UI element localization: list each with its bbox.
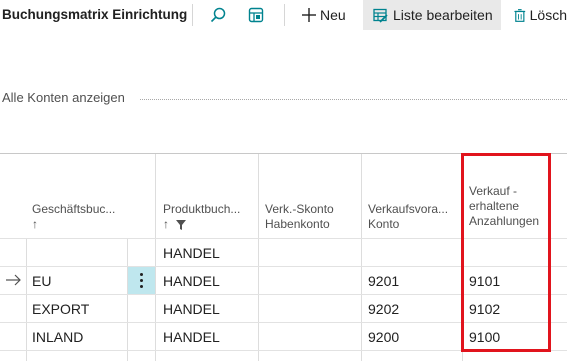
trash-icon [514, 8, 526, 22]
field-dotted-line [140, 99, 567, 100]
column-header-sales-prepayment-account[interactable]: Verkaufsvora... Konto [368, 202, 448, 232]
highlight-box [461, 153, 551, 352]
divider [284, 4, 285, 26]
new-button-label: Neu [320, 7, 346, 23]
show-all-accounts-label: Alle Konten anzeigen [2, 90, 125, 105]
cell-product-group[interactable]: HANDEL [163, 245, 220, 261]
sort-ascending-icon: ↑ [32, 217, 38, 231]
delete-button-label: Lösch [529, 7, 567, 23]
search-icon [210, 7, 226, 23]
show-all-accounts-field[interactable]: Alle Konten anzeigen [0, 90, 567, 108]
edit-list-button[interactable]: Liste bearbeiten [363, 0, 501, 30]
action-bar: Buchungsmatrix Einrichtung Neu Liste bea… [0, 0, 567, 30]
more-options-icon [140, 273, 143, 291]
divider [192, 4, 193, 26]
cell-product-group[interactable]: HANDEL [163, 301, 220, 317]
plus-icon [302, 8, 316, 22]
cell-product-group[interactable]: HANDEL [163, 273, 220, 289]
edit-list-label: Liste bearbeiten [393, 7, 493, 23]
cell-sales-prepayment-account[interactable]: 9201 [368, 273, 399, 289]
new-button[interactable]: Neu [302, 0, 358, 30]
delete-button[interactable]: Lösch [514, 0, 567, 30]
column-divider [155, 154, 156, 361]
row-action-menu-button[interactable] [128, 267, 155, 294]
cell-sales-prepayment-account[interactable]: 9200 [368, 329, 399, 345]
column-header-business-group[interactable]: Geschäftsbuc... [32, 202, 115, 217]
analysis-mode-button[interactable] [244, 0, 268, 30]
cell-sales-prepayment-account[interactable]: 9202 [368, 301, 399, 317]
cell-business-group[interactable]: EU [32, 273, 51, 289]
column-divider [258, 154, 259, 361]
table-view-icon [248, 7, 264, 23]
column-divider [127, 238, 128, 361]
column-header-sales-discount-credit-account[interactable]: Verk.-Skonto Habenkonto [265, 202, 334, 232]
sort-ascending-icon: ↑ [163, 217, 169, 231]
column-divider [361, 154, 362, 361]
cell-business-group[interactable]: EXPORT [32, 301, 89, 317]
edit-list-icon [373, 8, 388, 23]
column-divider [26, 238, 27, 361]
page-title: Buchungsmatrix Einrichtung [2, 7, 188, 22]
filter-icon [176, 220, 186, 230]
cell-business-group[interactable]: INLAND [32, 329, 83, 345]
search-button[interactable] [206, 0, 230, 30]
column-header-product-group[interactable]: Produktbuch... [163, 202, 240, 217]
cell-product-group[interactable]: HANDEL [163, 329, 220, 345]
row-selected-arrow-icon [6, 274, 21, 286]
